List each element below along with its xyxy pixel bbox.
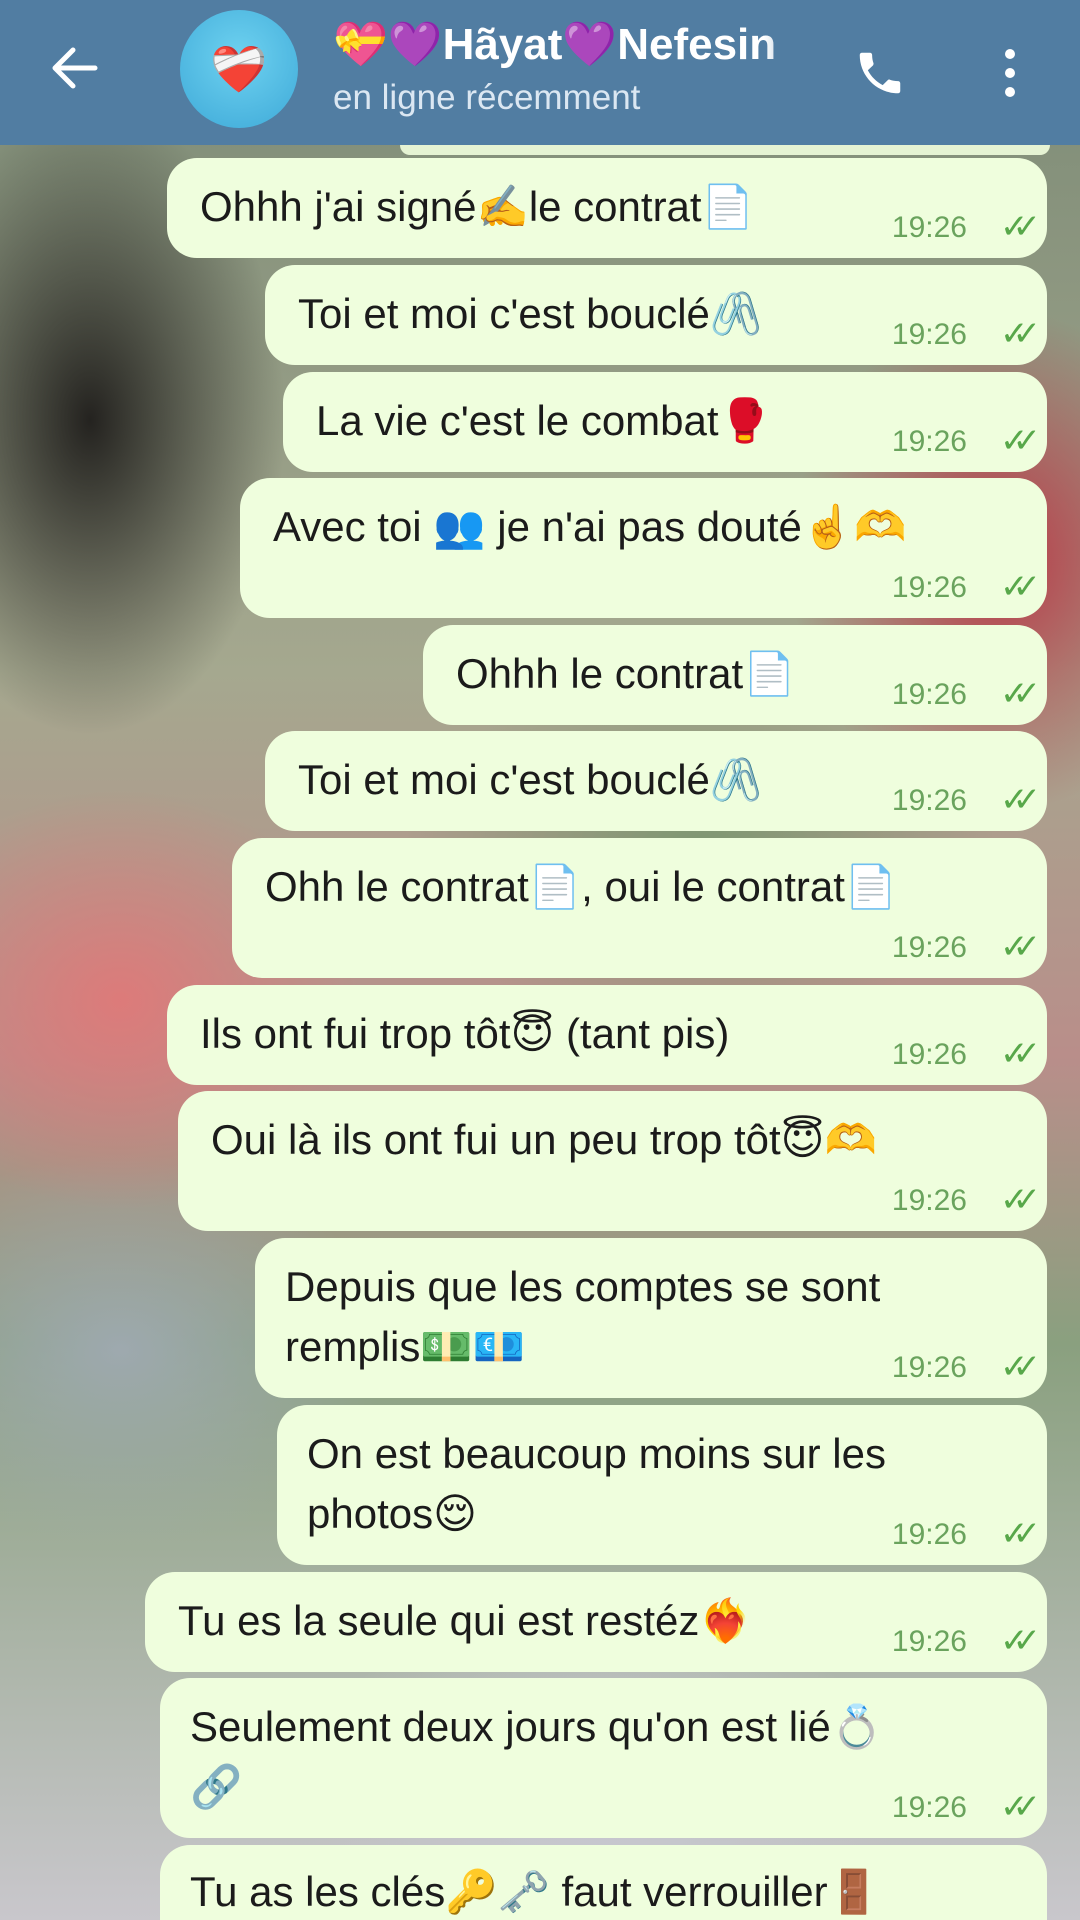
message-text: Avec toi 👥 je n'ai pas douté☝️🫶 — [273, 503, 907, 550]
double-check-icon: ✓✓ — [1000, 1035, 1041, 1073]
double-check-icon: ✓✓ — [1000, 1348, 1041, 1386]
message-time: 19:26 — [891, 784, 967, 817]
message-time: 19:26 — [891, 678, 967, 711]
message-time: 19:26 — [891, 425, 967, 458]
message-bubble[interactable]: Seulement deux jours qu'on est lié💍 🔗 19… — [160, 1678, 1047, 1838]
message-time: 19:26 — [891, 1518, 967, 1551]
double-check-icon: ✓✓ — [1000, 675, 1041, 713]
message-bubble[interactable]: Tu es la seule qui est restéz❤️‍🔥 19:26 … — [145, 1572, 1047, 1672]
message-time: 19:26 — [891, 1791, 967, 1824]
message-bubble[interactable]: Tu as les clés🔑🗝️ faut verrouiller🚪 — [160, 1845, 1047, 1920]
message-bubble[interactable]: Toi et moi c'est bouclé🖇️ 19:26 ✓✓ — [265, 731, 1047, 831]
double-check-icon: ✓✓ — [1000, 208, 1041, 246]
message-time: 19:26 — [891, 931, 967, 964]
message-list[interactable]: Ohhh j'ai signé✍️le contrat📄 19:26 ✓✓ To… — [0, 0, 1080, 1920]
double-check-icon: ✓✓ — [1000, 1515, 1041, 1553]
arrow-left-icon — [52, 47, 98, 89]
message-text: Toi et moi c'est bouclé🖇️ — [298, 756, 763, 803]
call-button[interactable] — [845, 38, 915, 108]
more-options-button[interactable] — [985, 38, 1035, 108]
double-check-icon: ✓✓ — [1000, 928, 1041, 966]
message-text: Ohhh le contrat📄 — [456, 650, 796, 697]
double-check-icon: ✓✓ — [1000, 1181, 1041, 1219]
message-bubble[interactable]: La vie c'est le combat🥊 19:26 ✓✓ — [283, 372, 1047, 472]
message-time: 19:26 — [891, 571, 967, 604]
vertical-dots-icon — [1005, 49, 1015, 59]
avatar-emoji: ❤️‍🩹 — [210, 42, 268, 95]
message-text: Toi et moi c'est bouclé🖇️ — [298, 290, 763, 337]
message-text: Ohhh j'ai signé✍️le contrat📄 — [200, 183, 754, 230]
message-text: La vie c'est le combat🥊 — [316, 397, 771, 444]
message-bubble[interactable]: Oui là ils ont fui un peu trop tôt😇🫶 19:… — [178, 1091, 1047, 1231]
message-bubble[interactable]: Avec toi 👥 je n'ai pas douté☝️🫶 19:26 ✓✓ — [240, 478, 1047, 618]
message-text: Ils ont fui trop tôt😇 (tant pis) — [200, 1010, 730, 1057]
double-check-icon: ✓✓ — [1000, 568, 1041, 606]
message-bubble[interactable]: Ohhh le contrat📄 19:26 ✓✓ — [423, 625, 1047, 725]
message-text-line: remplis💵💶 — [285, 1323, 525, 1370]
message-bubble[interactable]: Ohhh j'ai signé✍️le contrat📄 19:26 ✓✓ — [167, 158, 1047, 258]
message-time: 19:26 — [891, 211, 967, 244]
double-check-icon: ✓✓ — [1000, 1788, 1041, 1826]
message-bubble[interactable]: Ohh le contrat📄, oui le contrat📄 19:26 ✓… — [232, 838, 1047, 978]
message-time: 19:26 — [891, 1351, 967, 1384]
message-bubble[interactable]: Depuis que les comptes se sont remplis💵💶… — [255, 1238, 1047, 1398]
message-text: Oui là ils ont fui un peu trop tôt😇🫶 — [211, 1116, 877, 1163]
message-text: Ohh le contrat📄, oui le contrat📄 — [265, 863, 898, 910]
message-time: 19:26 — [891, 318, 967, 351]
message-bubble[interactable]: Ils ont fui trop tôt😇 (tant pis) 19:26 ✓… — [167, 985, 1047, 1085]
chat-header: ❤️‍🩹 💝💜Hãyat💜Nefesin en ligne récemment — [0, 0, 1080, 145]
message-time: 19:26 — [891, 1184, 967, 1217]
contact-status: en ligne récemment — [333, 78, 641, 117]
message-text-line: 🔗 — [190, 1763, 243, 1810]
double-check-icon: ✓✓ — [1000, 422, 1041, 460]
message-text-line: Depuis que les comptes se sont — [285, 1263, 881, 1310]
contact-avatar[interactable]: ❤️‍🩹 — [180, 10, 298, 128]
message-text: Tu as les clés🔑🗝️ faut verrouiller🚪 — [190, 1868, 880, 1915]
message-text: Tu es la seule qui est restéz❤️‍🔥 — [178, 1597, 752, 1644]
message-text-line: On est beaucoup moins sur les — [307, 1430, 886, 1477]
message-time: 19:26 — [891, 1625, 967, 1658]
message-text-line: Seulement deux jours qu'on est lié💍 — [190, 1703, 884, 1750]
message-time: 19:26 — [891, 1038, 967, 1071]
double-check-icon: ✓✓ — [1000, 781, 1041, 819]
message-text-line: photos😌 — [307, 1490, 477, 1537]
double-check-icon: ✓✓ — [1000, 1622, 1041, 1660]
message-bubble[interactable]: Toi et moi c'est bouclé🖇️ 19:26 ✓✓ — [265, 265, 1047, 365]
double-check-icon: ✓✓ — [1000, 315, 1041, 353]
contact-name[interactable]: 💝💜Hãyat💜Nefesin — [333, 18, 823, 76]
back-button[interactable] — [40, 38, 110, 98]
phone-icon — [859, 52, 901, 94]
message-bubble[interactable]: On est beaucoup moins sur les photos😌 19… — [277, 1405, 1047, 1565]
